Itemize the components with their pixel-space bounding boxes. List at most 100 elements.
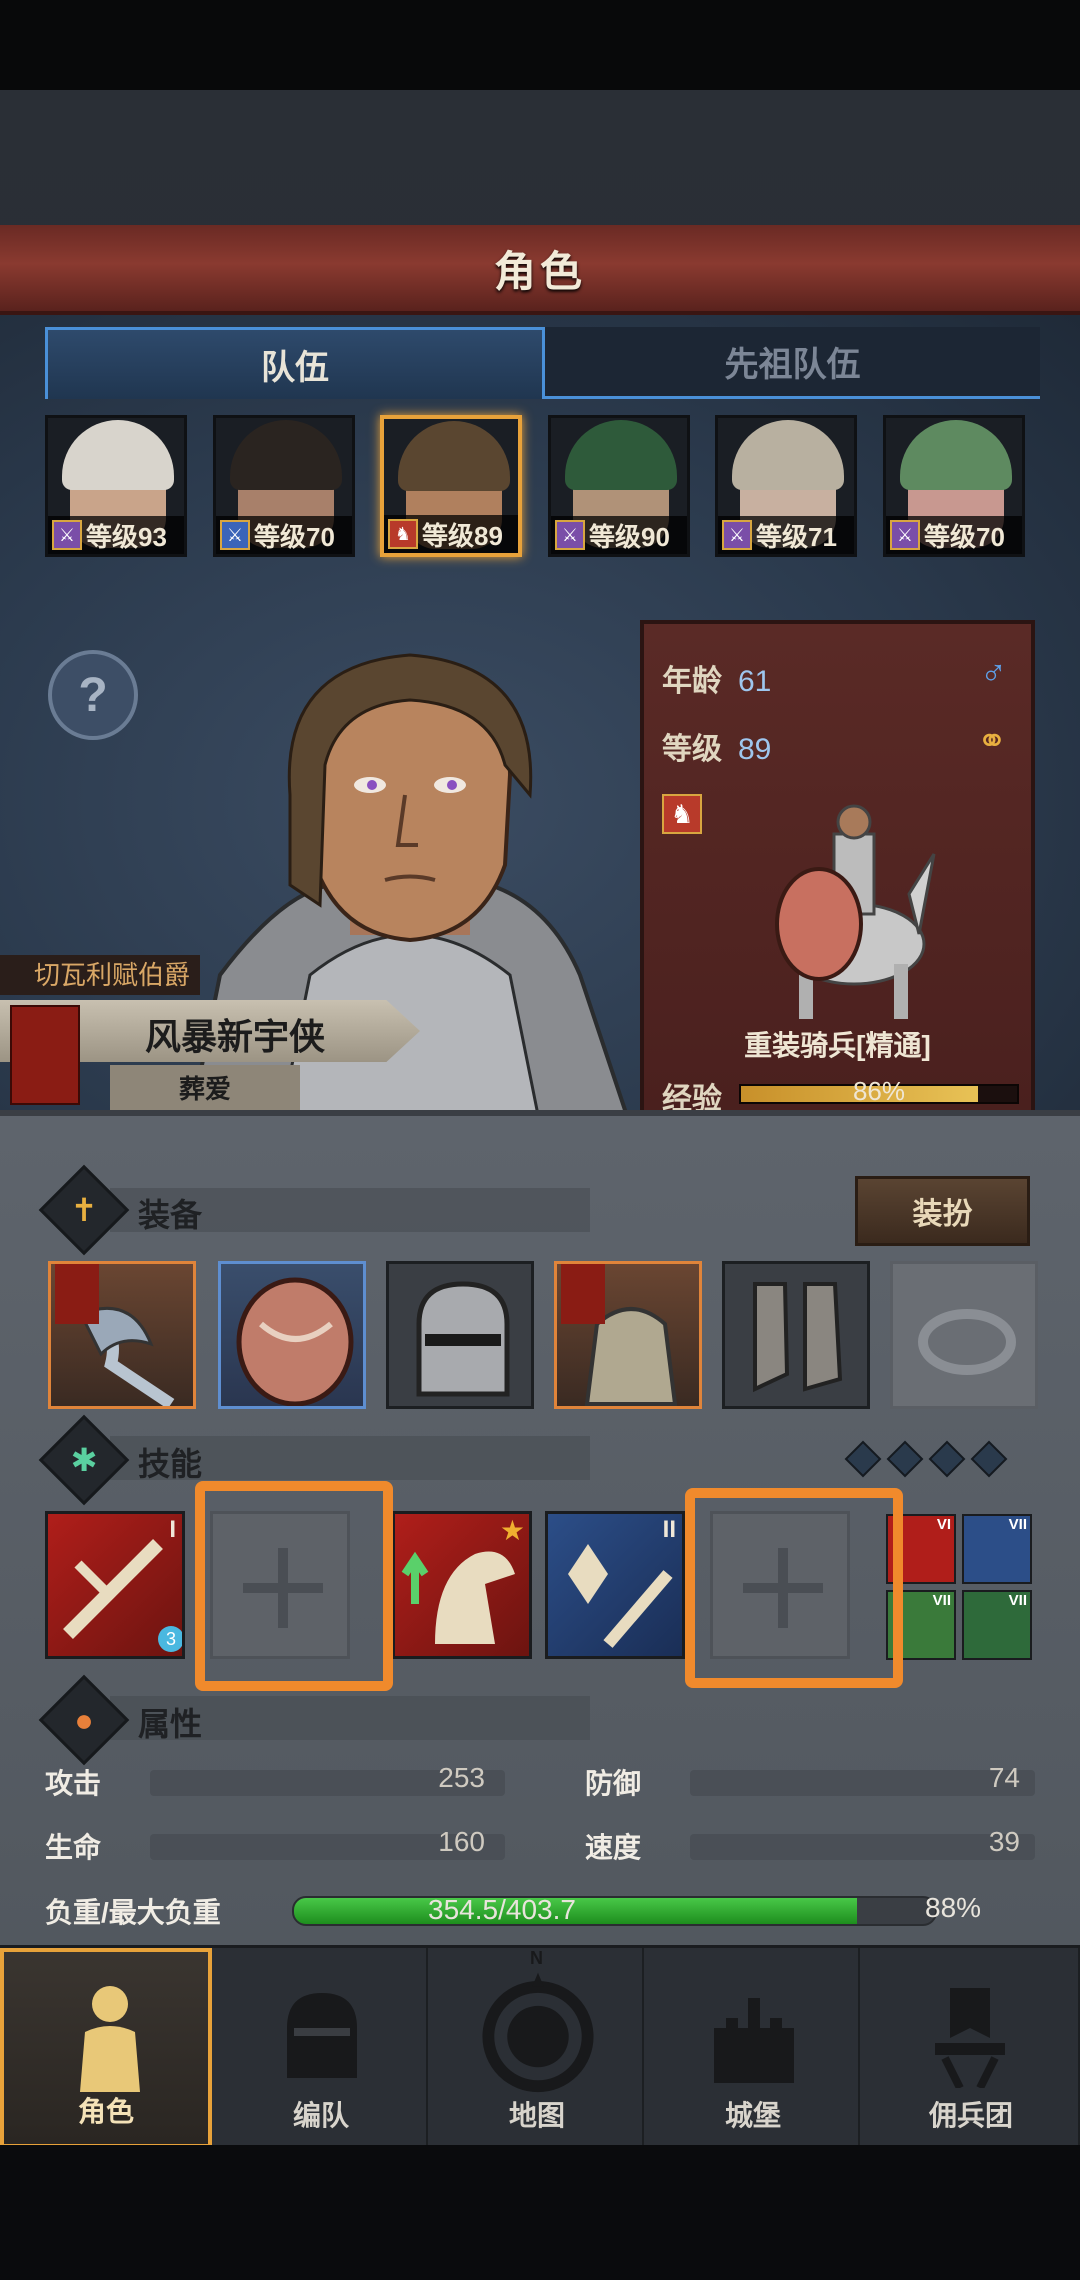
- nav-formation[interactable]: 编队: [216, 1948, 428, 2148]
- speed-label: 速度: [585, 1832, 642, 1863]
- boots-slot[interactable]: [722, 1261, 870, 1409]
- party-member-5[interactable]: ⚔ 等级71: [715, 415, 857, 557]
- party-member-6[interactable]: ⚔ 等级70: [883, 415, 1025, 557]
- portrait-hair: [565, 420, 677, 490]
- castle-icon: [714, 1998, 794, 2083]
- level-text: 等级70: [924, 521, 1005, 552]
- ring-slot[interactable]: [890, 1261, 1038, 1409]
- status-bar-area: [0, 0, 1080, 90]
- dress-up-button[interactable]: 装扮: [855, 1176, 1030, 1246]
- party-member-4[interactable]: ⚔ 等级90: [548, 415, 690, 557]
- diamond-icon: [844, 1440, 882, 1478]
- compass-north-label: N: [530, 1948, 543, 1968]
- attack-label: 攻击: [45, 1768, 102, 1799]
- nav-mercenary[interactable]: 佣兵团: [864, 1948, 1080, 2148]
- helmet-group-icon: [287, 1993, 357, 2078]
- male-icon: ♂: [980, 652, 1007, 693]
- horse-class-icon: ♞: [388, 519, 418, 549]
- rings-icon: ⚭: [976, 720, 1007, 761]
- star-icon: ✱: [70, 1442, 98, 1478]
- level-bar: ⚔ 等级70: [886, 516, 1022, 554]
- level-text: 等级90: [589, 521, 670, 552]
- skill-slot-3[interactable]: ★: [392, 1511, 532, 1659]
- nav-mercenary-label: 佣兵团: [928, 2100, 1013, 2131]
- skill-count-badge: 3: [158, 1626, 182, 1652]
- skill-rank: VII: [1008, 1516, 1027, 1533]
- skill-slot-1[interactable]: I 3: [45, 1511, 185, 1659]
- diamond-icon: [886, 1440, 924, 1478]
- nav-map[interactable]: N 地图: [432, 1948, 644, 2148]
- empty-slot-highlight-1: [195, 1481, 393, 1691]
- level-text: 等级93: [86, 521, 167, 552]
- skill-slot-indicators: [844, 1440, 1018, 1478]
- hero-banner-icon: [10, 1005, 80, 1105]
- age-row: 年龄 61: [662, 656, 771, 700]
- sword-icon: ✝: [70, 1192, 98, 1228]
- hp-label: 生命: [45, 1832, 102, 1863]
- tab-party-label: 队伍: [261, 349, 329, 387]
- character-panel: 队伍 先祖队伍 ⚔ 等级93 ⚔ 等级70 ♞ 等级89 ⚔ 等级90 ⚔ 等级71: [0, 315, 1080, 1125]
- level-text: 等级89: [422, 520, 503, 551]
- title-banner: 角色: [0, 225, 1080, 315]
- hero-info-panel: 年龄 61 ♂ 等级 89 ⚭ ♞ 重装骑兵[精通] 经验 86%: [640, 620, 1035, 1120]
- skills-section-icon: ✱: [38, 1414, 130, 1506]
- tab-party[interactable]: 队伍: [45, 327, 545, 399]
- mercenary-banner-icon: [935, 1988, 1005, 2088]
- dress-up-label: 装扮: [912, 1198, 973, 1231]
- diamond-icon: [928, 1440, 966, 1478]
- exp-percent: 86%: [852, 1076, 906, 1106]
- nav-castle[interactable]: 城堡: [648, 1948, 860, 2148]
- tab-ancestor-party[interactable]: 先祖队伍: [545, 327, 1040, 399]
- load-label: 负重/最大负重: [45, 1897, 221, 1928]
- party-member-3[interactable]: ♞ 等级89: [380, 415, 522, 557]
- equipment-section-icon: ✝: [38, 1164, 130, 1256]
- load-percent: 88%: [925, 1892, 982, 1923]
- star-badge-icon: ★: [499, 1515, 525, 1546]
- details-panel: ✝ 装备 装扮 ✱ 技能 I 3 ★ II VI VII VII VII ● 属…: [0, 1110, 1080, 1945]
- tab-ancestor-label: 先祖队伍: [724, 346, 861, 384]
- armor-slot[interactable]: [554, 1261, 702, 1409]
- equipment-title: 装备: [138, 1197, 203, 1233]
- empty-slot-highlight-2: [685, 1488, 903, 1688]
- skill-rank: I: [169, 1516, 176, 1543]
- passive-skill-2[interactable]: VII: [962, 1514, 1032, 1584]
- attributes-section-icon: ●: [38, 1674, 130, 1766]
- passive-skill-4[interactable]: VII: [962, 1590, 1032, 1660]
- shield-slot[interactable]: [218, 1261, 366, 1409]
- skill-slot-4[interactable]: II: [545, 1511, 685, 1659]
- hp-row: 生命 160: [45, 1826, 505, 1866]
- level-row: 等级 89: [662, 724, 771, 768]
- boots-icon: [753, 1282, 843, 1393]
- speed-row: 速度 39: [585, 1826, 1035, 1866]
- party-member-1[interactable]: ⚔ 等级93: [45, 415, 187, 557]
- hero-name: 风暴新宇侠: [145, 1016, 326, 1057]
- banner-badge-icon: [561, 1264, 605, 1324]
- hero-trait-label: 葬爱: [178, 1074, 231, 1104]
- portrait-hair: [900, 420, 1012, 490]
- helmet-slot[interactable]: [386, 1261, 534, 1409]
- class-icon: ⚔: [722, 520, 752, 550]
- diamond-icon: [970, 1440, 1008, 1478]
- attributes-title: 属性: [138, 1706, 203, 1742]
- level-bar: ⚔ 等级70: [216, 516, 352, 554]
- age-value: 61: [738, 665, 772, 698]
- level-bar: ⚔ 等级93: [48, 516, 184, 554]
- bottom-nav: 角色 编队 N 地图 城堡 佣兵团: [0, 1945, 1080, 2148]
- heavy-cavalry-figure: [775, 804, 936, 1019]
- help-button[interactable]: ?: [48, 650, 138, 740]
- banner-badge-icon: [55, 1264, 99, 1324]
- class-icon: ⚔: [890, 520, 920, 550]
- nav-character-label: 角色: [77, 2096, 134, 2127]
- hero-trait[interactable]: 葬爱: [110, 1065, 300, 1110]
- portrait-hair: [230, 420, 342, 490]
- attack-row: 攻击 253: [45, 1762, 505, 1802]
- nav-formation-label: 编队: [292, 2100, 349, 2131]
- party-portraits: ⚔ 等级93 ⚔ 等级70 ♞ 等级89 ⚔ 等级90 ⚔ 等级71 ⚔ 等级70: [45, 415, 1035, 560]
- defense-label: 防御: [585, 1768, 642, 1799]
- party-member-2[interactable]: ⚔ 等级70: [213, 415, 355, 557]
- class-icon: ⚔: [555, 520, 585, 550]
- age-label: 年龄: [662, 665, 722, 698]
- weapon-slot[interactable]: [48, 1261, 196, 1409]
- skill-rank: VII: [932, 1592, 951, 1609]
- nav-character[interactable]: 角色: [0, 1948, 212, 2148]
